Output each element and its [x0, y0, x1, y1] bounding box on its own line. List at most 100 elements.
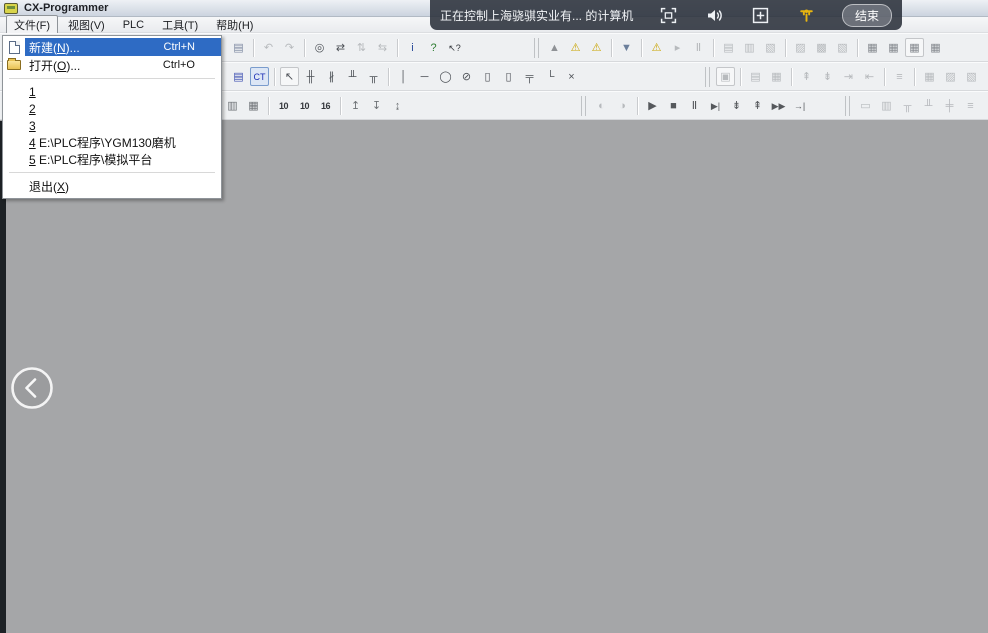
continuous-step-icon[interactable]: ▶▶: [769, 96, 788, 115]
io-table-icon[interactable]: ▦: [863, 38, 882, 57]
edit-remove-icon[interactable]: ⇤: [860, 67, 879, 86]
menu-item-view[interactable]: 视图(V): [60, 15, 113, 35]
compile-program-icon[interactable]: ▤: [719, 38, 738, 57]
menu-item-tools[interactable]: 工具(T): [154, 15, 206, 35]
menu-item-help[interactable]: 帮助(H): [208, 15, 261, 35]
print-icon[interactable]: ▤: [229, 38, 248, 57]
menu-item-file[interactable]: 文件(F): [6, 15, 58, 35]
plc-memory-icon[interactable]: ▦: [884, 38, 903, 57]
menu-item-recent-3[interactable]: 3: [3, 117, 221, 134]
menu-item-open[interactable]: 打开(O)...Ctrl+O: [3, 56, 221, 74]
insert-above-icon[interactable]: ⇞: [797, 67, 816, 86]
force-set-icon[interactable]: ↥: [346, 96, 365, 115]
menu-item-exit[interactable]: 退出(X): [3, 177, 221, 195]
io-list-icon[interactable]: ≡: [961, 96, 980, 115]
work-online-icon[interactable]: ▲: [545, 38, 564, 57]
contact-monitor-icon[interactable]: ▭: [856, 96, 875, 115]
sim-run-icon[interactable]: ▶: [643, 96, 662, 115]
sim-mode-icon[interactable]: ◑: [613, 96, 632, 115]
monitor-decimal-icon[interactable]: 10: [274, 96, 293, 115]
menu-item-new[interactable]: 新建(N)...Ctrl+N: [3, 38, 221, 56]
monitor-icon[interactable]: ▨: [791, 38, 810, 57]
annotation-icon[interactable]: [752, 6, 770, 24]
run-mode-icon[interactable]: ▸: [668, 38, 687, 57]
redo-icon[interactable]: ↷: [280, 38, 299, 57]
new-closed-coil-icon[interactable]: ⊘: [457, 67, 476, 86]
new-coil-icon[interactable]: ◯: [436, 67, 455, 86]
edit-check-icon[interactable]: ⇥: [839, 67, 858, 86]
new-contact-icon[interactable]: ╫: [301, 67, 320, 86]
find-address-icon[interactable]: ⇅: [352, 38, 371, 57]
run-to-cursor-icon[interactable]: →|: [790, 96, 809, 115]
watch-window-icon[interactable]: ▦: [920, 67, 939, 86]
word-monitor-icon[interactable]: ▥: [877, 96, 896, 115]
io-point-icon[interactable]: ╥: [898, 96, 917, 115]
new-instruction-icon[interactable]: ▯: [478, 67, 497, 86]
find-icon[interactable]: ◎: [310, 38, 329, 57]
menu-item-plc[interactable]: PLC: [115, 17, 152, 33]
cross-reference-icon[interactable]: ▨: [941, 67, 960, 86]
online-edit-icon[interactable]: ▧: [761, 38, 780, 57]
horizontal-line-icon[interactable]: ─: [415, 67, 434, 86]
step-in-icon[interactable]: ⇟: [727, 96, 746, 115]
force-reset-icon[interactable]: ↧: [367, 96, 386, 115]
open-folder-icon: [7, 60, 21, 70]
menu-item-shortcut: Ctrl+O: [163, 59, 195, 71]
help-icon[interactable]: ?: [424, 38, 443, 57]
insert-below-icon[interactable]: ⇟: [818, 67, 837, 86]
monitor-signed-decimal-icon[interactable]: 10: [295, 96, 314, 115]
tools-icon[interactable]: [798, 6, 816, 24]
sim-scan-icon[interactable]: ◐: [592, 96, 611, 115]
symbol-table-icon[interactable]: ≡: [890, 67, 909, 86]
ct-view-icon[interactable]: CT: [250, 67, 269, 86]
replace-icon[interactable]: ⇄: [331, 38, 350, 57]
rung-comment-icon[interactable]: ▤: [229, 67, 248, 86]
sim-stop-icon[interactable]: ■: [664, 96, 683, 115]
menu-item-recent-1[interactable]: 1: [3, 83, 221, 100]
speaker-icon[interactable]: [706, 6, 724, 24]
new-function-block-icon[interactable]: ▯: [499, 67, 518, 86]
auto-online-icon[interactable]: ⚠: [566, 38, 585, 57]
plc-settings-icon[interactable]: ▦: [905, 38, 924, 57]
step-run-icon[interactable]: ▶|: [706, 96, 725, 115]
update-time-icon[interactable]: ▦: [767, 67, 786, 86]
new-closed-or-contact-icon[interactable]: ╥: [364, 67, 383, 86]
fullscreen-icon[interactable]: [660, 6, 678, 24]
local-symbols-icon[interactable]: ▧: [962, 67, 981, 86]
monitor-hex-icon[interactable]: 16: [316, 96, 335, 115]
memory-card-icon[interactable]: ▦: [926, 38, 945, 57]
compare-program-icon[interactable]: ▤: [746, 67, 765, 86]
step-out-icon[interactable]: ⇞: [748, 96, 767, 115]
select-pointer-icon[interactable]: ↖: [280, 67, 299, 86]
undo-icon[interactable]: ↶: [259, 38, 278, 57]
force-cancel-icon[interactable]: ↨: [388, 96, 407, 115]
io-link-icon[interactable]: ╪: [940, 96, 959, 115]
line-delete-icon[interactable]: ×: [562, 67, 581, 86]
pause-mode-icon[interactable]: Ⅱ: [689, 38, 708, 57]
new-closed-contact-icon[interactable]: ∦: [322, 67, 341, 86]
rung-wrap-icon[interactable]: ▦: [244, 96, 263, 115]
about-icon[interactable]: i: [403, 38, 422, 57]
menu-item-recent-4[interactable]: 4 E:\PLC程序\YGM130磨机: [3, 134, 221, 151]
context-help-icon[interactable]: ↖?: [445, 38, 464, 57]
download-to-plc-icon[interactable]: ▼: [617, 38, 636, 57]
retrace-icon[interactable]: ⇆: [373, 38, 392, 57]
io-comment-icon[interactable]: ▥: [223, 96, 242, 115]
menu-item-recent-5[interactable]: 5 E:\PLC程序\模拟平台: [3, 151, 221, 168]
sim-transfer-icon[interactable]: ⚠: [647, 38, 666, 57]
back-button[interactable]: [10, 366, 54, 410]
end-session-button[interactable]: 结束: [842, 4, 892, 27]
new-or-contact-icon[interactable]: ╨: [343, 67, 362, 86]
sim-pause-icon[interactable]: Ⅱ: [685, 96, 704, 115]
vertical-line-icon[interactable]: │: [394, 67, 413, 86]
menu-item-recent-2[interactable]: 2: [3, 100, 221, 117]
line-connect-icon[interactable]: └: [541, 67, 560, 86]
transfer-program-icon[interactable]: ▣: [716, 67, 735, 86]
compile-all-icon[interactable]: ▥: [740, 38, 759, 57]
tr-bit-icon[interactable]: ╤: [520, 67, 539, 86]
diff-monitor-icon[interactable]: ▧: [833, 38, 852, 57]
io-node-icon[interactable]: ╨: [919, 96, 938, 115]
sim-online-icon[interactable]: ⚠: [587, 38, 606, 57]
menu-item-label: 4 E:\PLC程序\YGM130磨机: [29, 134, 176, 151]
pause-monitor-icon[interactable]: ▩: [812, 38, 831, 57]
